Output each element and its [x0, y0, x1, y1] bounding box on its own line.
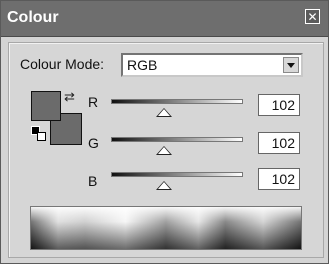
- colour-mode-label: Colour Mode:: [20, 56, 105, 72]
- slider-track-r[interactable]: [111, 99, 243, 104]
- chevron-down-icon[interactable]: [283, 57, 299, 73]
- channel-value-r[interactable]: 102: [258, 94, 300, 116]
- slider-track-b[interactable]: [111, 172, 243, 177]
- default-white-swatch-icon[interactable]: [37, 132, 46, 141]
- window-title: Colour: [7, 9, 59, 26]
- close-icon[interactable]: ✕: [305, 9, 320, 24]
- colour-window: Colour ✕ Colour Mode: RGB ⇄ R 102 G 102 …: [0, 0, 329, 264]
- channel-label-b: B: [88, 173, 98, 189]
- slider-thumb-g[interactable]: [155, 146, 172, 155]
- foreground-colour-swatch[interactable]: [31, 91, 61, 121]
- channel-label-r: R: [88, 94, 99, 110]
- channel-value-b[interactable]: 102: [258, 168, 300, 190]
- swap-icon[interactable]: ⇄: [64, 89, 75, 105]
- slider-track-g[interactable]: [111, 137, 243, 142]
- slider-thumb-b[interactable]: [155, 181, 172, 190]
- slider-thumb-r[interactable]: [155, 108, 172, 117]
- channel-value-g[interactable]: 102: [258, 132, 300, 154]
- colour-mode-value: RGB: [127, 57, 158, 73]
- channel-label-g: G: [88, 135, 99, 151]
- titlebar[interactable]: Colour ✕: [1, 1, 328, 37]
- colour-mode-select[interactable]: RGB: [121, 53, 303, 77]
- colour-spectrum[interactable]: [30, 206, 302, 250]
